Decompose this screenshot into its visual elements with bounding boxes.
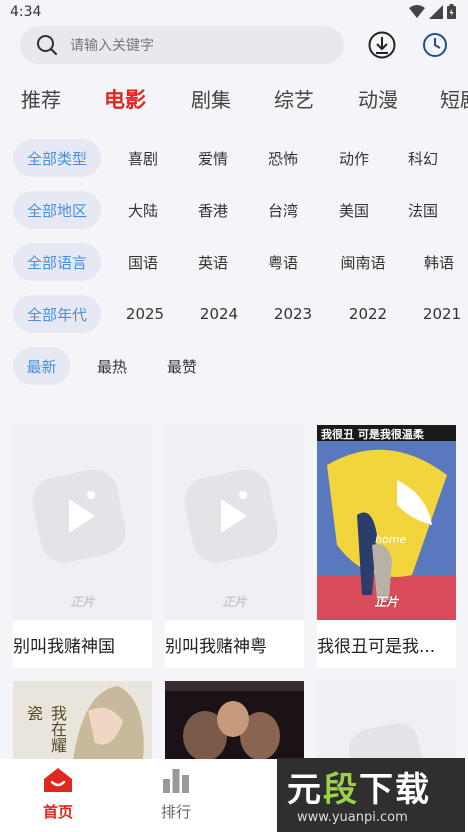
watermark: 元段下载 www.yuanpi.com — [277, 758, 465, 832]
filter-chip[interactable]: 恐怖 — [252, 139, 314, 177]
poster-placeholder: 正片 — [165, 425, 304, 620]
filter-chip[interactable]: 最新 — [13, 347, 70, 385]
filter-row-language: 全部语言 国语 英语 粤语 闽南语 韩语 — [0, 243, 468, 283]
movie-card[interactable]: 我很丑 可是我很温柔 home 正片 我很丑可是我... — [317, 425, 456, 668]
play-placeholder-icon — [349, 723, 425, 761]
filter-chip[interactable]: 最赞 — [152, 347, 212, 385]
tab-series[interactable]: 剧集 — [191, 84, 231, 113]
nav-home[interactable]: 首页 — [13, 767, 103, 822]
nav-ranking[interactable]: 排行 — [131, 767, 221, 822]
poster-banner-text: 我很丑 可是我很温柔 — [321, 428, 424, 441]
category-tabs: 推荐 电影 剧集 综艺 动漫 短剧 — [0, 84, 468, 118]
filter-chip[interactable]: 2025 — [114, 295, 176, 333]
filter-chip[interactable]: 喜剧 — [112, 139, 174, 177]
filter-chip[interactable]: 英语 — [182, 243, 244, 281]
poster-title-text: 我在耀瓷 — [24, 705, 67, 753]
tab-recommend[interactable]: 推荐 — [21, 84, 61, 113]
history-icon[interactable] — [420, 30, 450, 60]
signal-icon — [429, 4, 443, 19]
episode-badge: 正片 — [222, 595, 247, 609]
filter-chip[interactable]: 法国 — [392, 191, 454, 229]
filter-row-sort: 最新 最热 最赞 — [0, 347, 468, 387]
filter-chip[interactable]: 全部地区 — [13, 191, 101, 229]
filter-chip[interactable]: 大陆 — [112, 191, 174, 229]
search-icon — [37, 35, 58, 56]
filter-row-region: 全部地区 大陆 香港 台湾 美国 法国 — [0, 191, 468, 231]
tab-variety[interactable]: 综艺 — [274, 84, 314, 113]
movie-card[interactable]: 正片 别叫我赌神国 — [13, 425, 152, 668]
filter-chip[interactable]: 全部类型 — [13, 139, 101, 177]
movie-card[interactable] — [317, 681, 456, 761]
poster-art — [317, 425, 456, 620]
filter-row-year: 全部年代 2025 2024 2023 2022 2021 — [0, 295, 468, 335]
movie-poster — [165, 681, 304, 761]
filter-chip[interactable]: 香港 — [182, 191, 244, 229]
nav-label: 首页 — [42, 803, 73, 821]
watermark-text: 下载 — [359, 770, 431, 810]
filter-row-type: 全部类型 喜剧 爱情 恐怖 动作 科幻 — [0, 139, 468, 179]
filter-chip[interactable]: 动作 — [323, 139, 385, 177]
filter-chip[interactable]: 国语 — [112, 243, 174, 281]
movie-title: 别叫我赌神粤 — [165, 637, 267, 657]
download-icon[interactable] — [367, 30, 397, 60]
filter-chip[interactable]: 2022 — [337, 295, 399, 333]
filter-chip[interactable]: 全部语言 — [13, 243, 101, 281]
filter-chip[interactable]: 科幻 — [392, 139, 454, 177]
movie-title: 我很丑可是我... — [317, 637, 436, 657]
search-placeholder: 请输入关键字 — [70, 38, 154, 54]
filter-chip[interactable]: 台湾 — [252, 191, 314, 229]
watermark-text: 段 — [323, 770, 359, 810]
watermark-text: 元 — [287, 770, 323, 810]
filter-chip[interactable]: 美国 — [323, 191, 385, 229]
episode-badge: 正片 — [70, 595, 95, 609]
filter-chip[interactable]: 闽南语 — [328, 243, 398, 281]
poster-placeholder: 正片 — [13, 425, 152, 620]
movie-poster: 我很丑 可是我很温柔 home 正片 — [317, 425, 456, 620]
home-icon — [44, 768, 72, 792]
nav-label: 排行 — [160, 803, 191, 821]
search-bar[interactable]: 请输入关键字 — [20, 26, 344, 64]
status-icons — [409, 4, 456, 19]
watermark-brand: 元段下载 — [287, 762, 431, 811]
status-time: 4:34 — [10, 4, 42, 20]
filter-chip[interactable]: 2023 — [262, 295, 324, 333]
filter-chip[interactable]: 粤语 — [252, 243, 314, 281]
movie-card[interactable]: 我在耀瓷 — [13, 681, 152, 761]
filter-chip[interactable]: 最热 — [82, 347, 142, 385]
movie-card[interactable] — [165, 681, 304, 761]
tab-short-drama[interactable]: 短剧 — [440, 84, 468, 113]
play-placeholder-icon — [32, 469, 126, 563]
wifi-icon — [409, 4, 425, 18]
movie-title: 别叫我赌神国 — [13, 637, 115, 657]
play-placeholder-icon — [184, 469, 278, 563]
battery-icon — [447, 4, 456, 19]
poster-word: home — [375, 533, 407, 546]
filter-chip[interactable]: 韩语 — [408, 243, 468, 281]
tab-anime[interactable]: 动漫 — [358, 84, 398, 113]
status-bar: 4:34 — [0, 0, 468, 24]
filter-chip[interactable]: 爱情 — [182, 139, 244, 177]
episode-badge: 正片 — [374, 595, 399, 609]
filter-chip[interactable]: 2024 — [188, 295, 250, 333]
filter-chip[interactable]: 2021 — [411, 295, 468, 333]
ranking-icon — [163, 769, 189, 793]
watermark-url: www.yuanpi.com — [297, 810, 408, 825]
movie-card[interactable]: 正片 别叫我赌神粤 — [165, 425, 304, 668]
filter-chip[interactable]: 全部年代 — [13, 295, 101, 333]
tab-movies[interactable]: 电影 — [104, 84, 146, 114]
